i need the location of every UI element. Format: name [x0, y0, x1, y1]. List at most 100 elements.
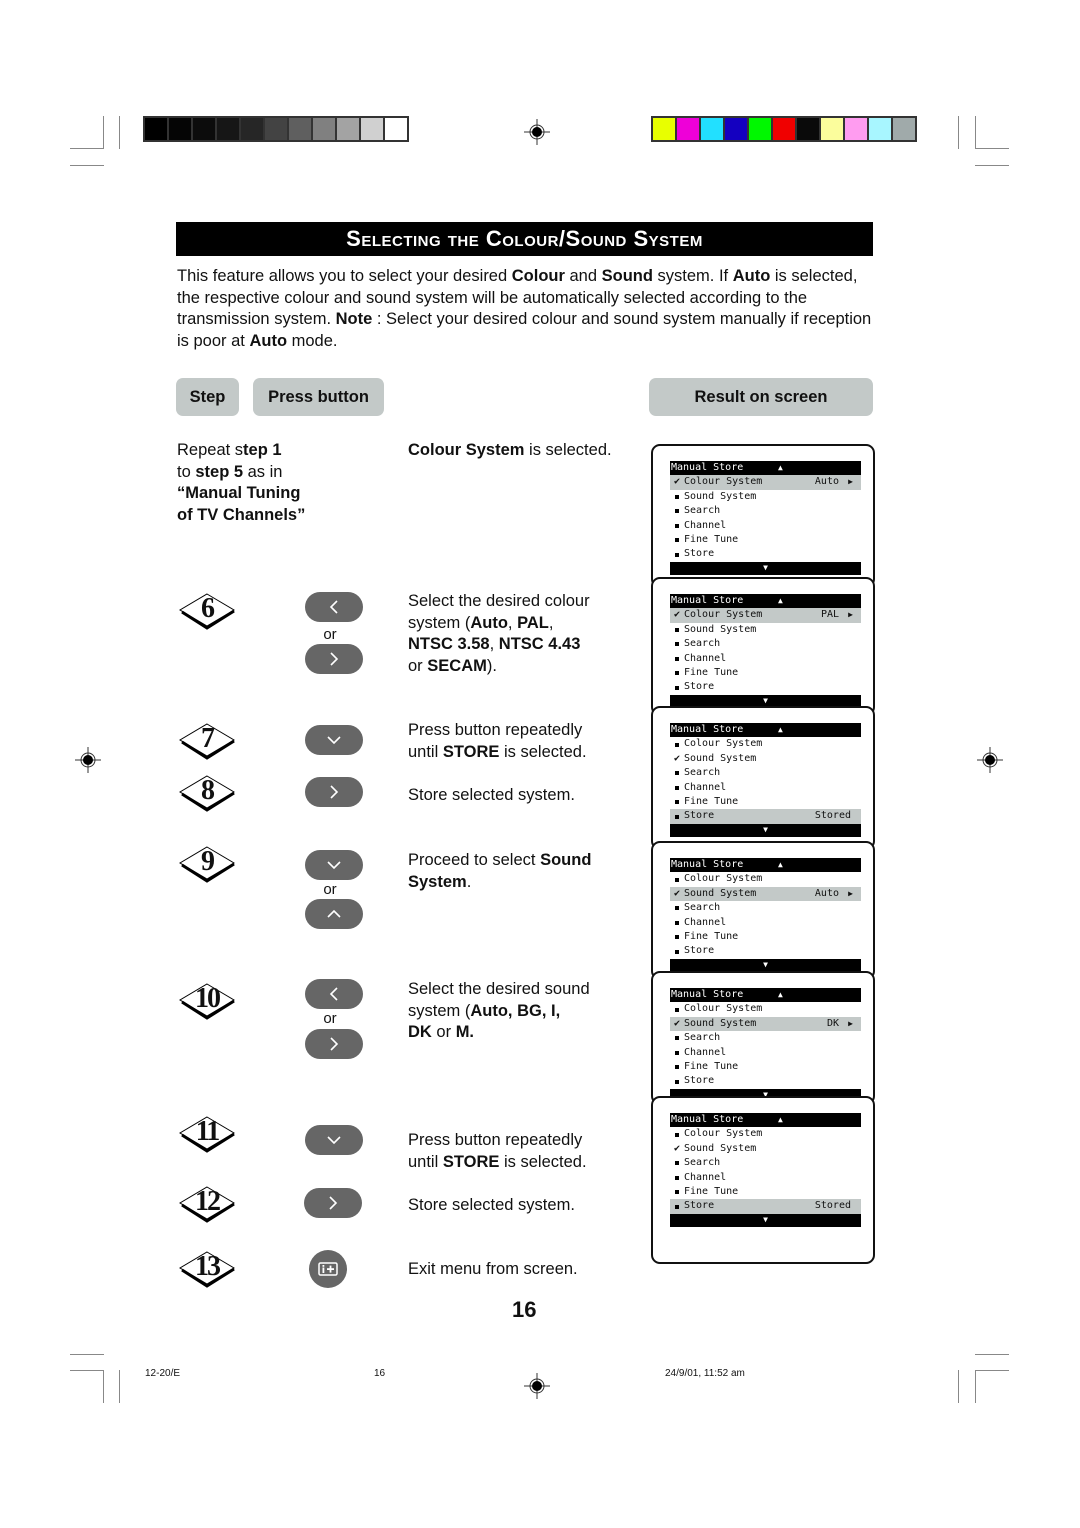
step-13-badge: 13	[178, 1248, 236, 1288]
bullet-icon	[670, 877, 684, 882]
osd-item-label: Search	[684, 767, 721, 779]
step-number: 11	[195, 1116, 220, 1147]
osd-screen: Manual Store ▲ Colour System ✔ Sound System D…	[651, 971, 875, 1105]
osd-menu-item: Search	[670, 1031, 861, 1045]
arrow-down-icon: ▼	[763, 825, 768, 835]
osd-item-label: Colour System	[684, 873, 763, 885]
osd-menu-item: Sound System	[670, 490, 861, 504]
osd-item-value: DK	[826, 1017, 839, 1029]
step-10-badge: 10	[178, 980, 236, 1020]
crop-mark	[958, 116, 959, 149]
osd-screen: Manual Store ▲ Colour System ✔ Sound System S…	[651, 1096, 875, 1264]
osd-item-label: Colour System	[684, 738, 763, 750]
calibration-swatch	[653, 118, 675, 140]
osd-menu-item: Colour System	[670, 1002, 861, 1016]
bullet-icon	[670, 742, 684, 747]
osd-item-label: Colour System	[684, 609, 763, 621]
footer-code: 12-20/E	[145, 1368, 181, 1379]
registration-mark-icon	[977, 747, 1003, 773]
bullet-icon	[670, 1065, 684, 1070]
osd-menu-item: Colour System	[670, 1127, 861, 1141]
osd-item-value: Auto	[814, 887, 839, 899]
calibration-swatch	[797, 118, 819, 140]
remote-left-button[interactable]	[305, 592, 363, 622]
check-icon: ✔	[673, 887, 681, 899]
osd-menu-item: Fine Tune	[670, 1060, 861, 1074]
crop-mark	[70, 165, 104, 166]
osd-item-label: Store	[684, 548, 715, 560]
osd-menu-item: Fine Tune	[670, 666, 861, 680]
remote-down-button[interactable]	[305, 725, 363, 755]
osd-item-label: Colour System	[684, 1128, 763, 1140]
section-title: Selecting the Colour/Sound System	[176, 222, 873, 256]
osd-menu-footer: ▼	[670, 958, 861, 972]
crop-mark	[975, 1370, 1009, 1371]
crop-mark	[70, 1354, 104, 1355]
osd-menu-item: Search	[670, 1156, 861, 1170]
registration-mark-icon	[524, 119, 550, 145]
registration-mark-icon	[75, 747, 101, 773]
step-11-badge: 11	[178, 1113, 236, 1153]
chevron-right-icon	[330, 785, 339, 799]
remote-left-button[interactable]	[305, 979, 363, 1009]
osd-item-label: Sound System	[684, 1017, 757, 1029]
osd-item-label: Sound System	[684, 752, 757, 764]
step-10-text: Select the desired sound system (Auto, B…	[408, 980, 590, 1041]
bullet-icon	[670, 906, 684, 911]
bullet-icon	[670, 494, 684, 499]
osd-menu-item: Search	[670, 766, 861, 780]
osd-menu-item: Fine Tune	[670, 1185, 861, 1199]
step-number: 13	[195, 1251, 221, 1282]
osd-menu-header: Manual Store ▲	[670, 858, 861, 873]
remote-up-button[interactable]	[305, 899, 363, 929]
bullet-icon	[670, 1036, 684, 1041]
remote-right-button[interactable]	[305, 1029, 363, 1059]
osd-item-value: Stored	[814, 810, 851, 822]
bullet-icon	[670, 800, 684, 805]
osd-item-label: Search	[684, 902, 721, 914]
step-number: 7	[201, 723, 215, 754]
osd-menu-header: Manual Store ▲	[670, 461, 861, 476]
remote-down-button[interactable]	[305, 850, 363, 880]
osd-menu: Manual Store ▲ Colour System ✔ Sound System S…	[670, 723, 861, 837]
calibration-swatch	[289, 118, 311, 140]
calibration-swatch	[193, 118, 215, 140]
calibration-swatch	[217, 118, 239, 140]
osd-menu-item: Store Stored	[670, 1199, 861, 1214]
remote-down-button[interactable]	[305, 1125, 363, 1155]
step-6-text: Select the desired colour system (Auto, …	[408, 592, 590, 675]
osd-menu: Manual Store ▲ Colour System ✔ Sound System S…	[670, 1113, 861, 1227]
osd-menu-item: Channel	[670, 519, 861, 533]
bullet-icon	[670, 656, 684, 661]
bullet-icon	[670, 949, 684, 954]
remote-right-button[interactable]	[305, 777, 363, 807]
crop-mark	[119, 116, 120, 149]
arrow-down-icon: ▼	[763, 563, 768, 573]
calibration-swatch	[845, 118, 867, 140]
bullet-icon	[670, 1190, 684, 1195]
remote-right-button[interactable]	[304, 1188, 362, 1218]
osd-item-label: Channel	[684, 916, 727, 928]
color-calibration-bar	[651, 116, 917, 142]
crop-mark	[975, 165, 1009, 166]
step-9-text: Proceed to select Sound System.	[408, 851, 592, 891]
remote-right-button[interactable]	[305, 644, 363, 674]
or-label: or	[323, 626, 337, 643]
chevron-left-icon	[329, 600, 338, 614]
step-8-text: Store selected system.	[408, 786, 575, 804]
remote-info-button[interactable]	[309, 1250, 347, 1288]
osd-item-label: Channel	[684, 652, 727, 664]
arrow-right-icon: ▶	[848, 1018, 853, 1028]
step-7-text: Press button repeatedly until STORE is s…	[408, 721, 587, 761]
crop-mark	[975, 1354, 1009, 1355]
step-6-badge: 6	[178, 590, 236, 630]
calibration-swatch	[773, 118, 795, 140]
osd-menu-header: Manual Store ▲	[670, 988, 861, 1003]
bullet-icon	[670, 538, 684, 543]
calibration-swatch	[749, 118, 771, 140]
osd-menu-footer: ▼	[670, 823, 861, 837]
osd-item-label: Fine Tune	[684, 533, 739, 545]
osd-menu-item: Store Stored	[670, 809, 861, 824]
osd-menu-header: Manual Store ▲	[670, 723, 861, 738]
check-icon: ✔	[673, 752, 681, 764]
